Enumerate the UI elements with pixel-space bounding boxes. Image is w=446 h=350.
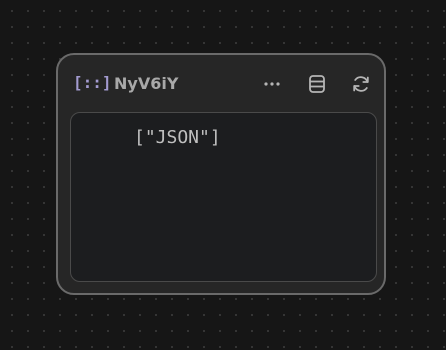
database-icon xyxy=(309,75,325,93)
node-header: [::] NyV6iY xyxy=(58,55,384,113)
refresh-icon xyxy=(353,76,369,92)
output-panel[interactable]: ["JSON"] xyxy=(70,112,377,282)
more-button[interactable] xyxy=(260,72,284,96)
refresh-button[interactable] xyxy=(349,72,373,96)
node-title[interactable]: NyV6iY xyxy=(114,73,178,95)
database-button[interactable] xyxy=(305,72,329,96)
node-card[interactable]: [::] NyV6iY ["JSON"] xyxy=(56,53,386,295)
grid-dots-bracket-icon: [::] xyxy=(73,73,112,92)
output-text: ["JSON"] xyxy=(134,127,221,148)
more-icon xyxy=(264,82,280,86)
